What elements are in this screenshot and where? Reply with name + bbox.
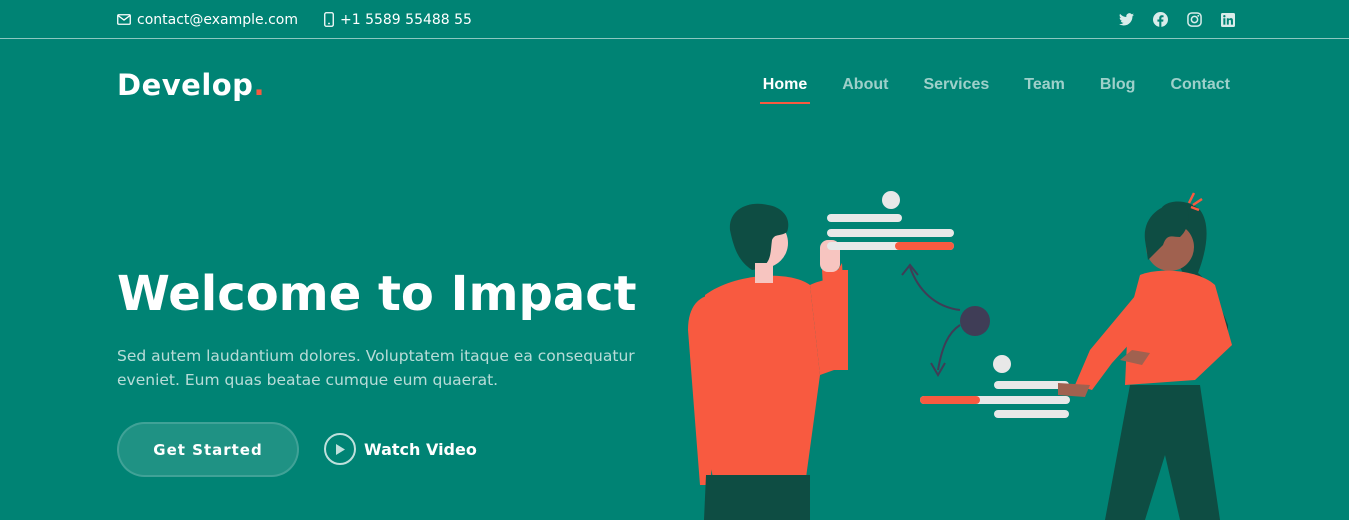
linkedin-icon[interactable] — [1221, 12, 1235, 27]
facebook-icon[interactable] — [1153, 12, 1168, 27]
play-icon — [324, 433, 356, 465]
watch-video-button[interactable]: Watch Video — [324, 432, 477, 466]
email-text: contact@example.com — [137, 11, 298, 28]
main-nav: Home About Services Team Blog Contact — [728, 76, 1230, 104]
top-card — [827, 191, 954, 250]
phone-text: +1 5589 55488 55 — [340, 11, 472, 28]
nav-about[interactable]: About — [842, 76, 888, 104]
nav-services[interactable]: Services — [923, 76, 989, 104]
social-links — [1100, 0, 1235, 39]
phone-icon — [324, 12, 334, 27]
nav-contact[interactable]: Contact — [1170, 76, 1230, 104]
twitter-icon[interactable] — [1119, 13, 1134, 26]
watch-video-label: Watch Video — [364, 439, 477, 459]
get-started-button[interactable]: Get Started — [117, 422, 299, 477]
site-header: Develop. Home About Services Team Blog C… — [0, 40, 1349, 130]
man-figure — [688, 203, 848, 520]
hero-title: Welcome to Impact — [117, 266, 637, 322]
nav-team[interactable]: Team — [1024, 76, 1065, 104]
logo-text: Develop — [117, 68, 254, 102]
envelope-icon — [117, 14, 131, 25]
phone-contact[interactable]: +1 5589 55488 55 — [324, 12, 472, 28]
contact-info: contact@example.com +1 5589 55488 55 — [117, 0, 472, 39]
exchange-arrows — [901, 263, 990, 377]
email-contact[interactable]: contact@example.com — [117, 12, 298, 28]
instagram-icon[interactable] — [1187, 12, 1202, 27]
woman-figure — [1058, 192, 1232, 520]
logo-dot: . — [253, 68, 265, 102]
hero-illustration — [688, 191, 1232, 520]
nav-blog[interactable]: Blog — [1100, 76, 1136, 104]
logo[interactable]: Develop. — [117, 68, 265, 102]
nav-home[interactable]: Home — [759, 76, 811, 104]
bottom-card — [920, 355, 1070, 418]
hero-subtitle: Sed autem laudantium dolores. Voluptatem… — [117, 347, 635, 389]
top-bar: contact@example.com +1 5589 55488 55 — [0, 0, 1349, 39]
